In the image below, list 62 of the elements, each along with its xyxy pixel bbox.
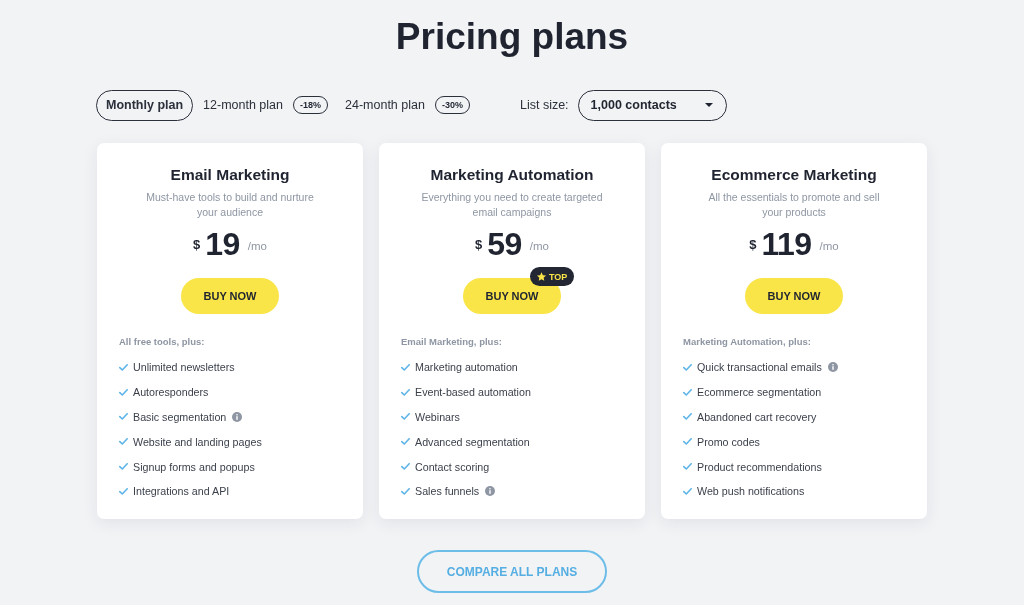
feature-text: Web push notifications: [697, 485, 805, 498]
feature-text: Contact scoring: [415, 460, 490, 473]
check-icon: [119, 438, 128, 446]
feature-text: Marketing automation: [415, 361, 518, 374]
buy-now-button[interactable]: BUY NOW: [181, 278, 279, 314]
check-icon: [119, 388, 128, 396]
check-icon: [683, 438, 692, 446]
check-icon: [119, 487, 128, 495]
price-period: /mo: [529, 239, 549, 252]
price-period: /mo: [819, 239, 839, 252]
check-icon: [401, 463, 410, 471]
feature-text: Integrations and API: [133, 485, 230, 498]
check-icon: [683, 388, 692, 396]
features-heading: Marketing Automation, plus:: [683, 335, 811, 349]
currency-symbol: $: [749, 236, 757, 252]
star-icon: [537, 272, 546, 281]
plan-name: Email Marketing: [170, 165, 290, 185]
plan-price: 59: [487, 225, 522, 264]
feature-text: Autoresponders: [133, 386, 209, 399]
feature-text: Event-based automation: [415, 386, 531, 399]
feature-text: Ecommerce segmentation: [697, 386, 822, 399]
buy-now-button[interactable]: BUY NOW: [745, 278, 843, 314]
plan-description: Must-have tools to build and nurture your audience: [145, 190, 315, 220]
check-icon: [119, 463, 128, 471]
check-icon: [401, 487, 410, 495]
check-icon: [683, 487, 692, 495]
plan-name: Marketing Automation: [430, 165, 594, 185]
check-icon: [683, 363, 692, 371]
check-icon: [401, 413, 410, 421]
plan-name: Ecommerce Marketing: [711, 165, 877, 185]
check-icon: [401, 438, 410, 446]
billing-tab[interactable]: 24-month plan: [335, 89, 435, 121]
feature-text: Signup forms and popups: [133, 460, 255, 473]
currency-symbol: $: [193, 236, 201, 252]
feature-text: Webinars: [415, 411, 460, 423]
list-size-label: List size:: [519, 98, 569, 112]
plan-description: All the essentials to promote and sell your products: [707, 190, 881, 220]
feature-text: Unlimited newsletters: [133, 361, 235, 374]
check-icon: [119, 363, 128, 371]
check-icon: [401, 388, 410, 396]
feature-text: Product recommendations: [697, 460, 822, 473]
feature-text: Abandoned cart recovery: [697, 411, 817, 423]
plan-price: 119: [761, 225, 812, 264]
plan-price: 19: [205, 225, 240, 264]
feature-text: Quick transactional emails: [697, 361, 822, 374]
caret-icon: [704, 103, 713, 107]
check-icon: [401, 363, 410, 371]
check-icon: [683, 413, 692, 421]
check-icon: [683, 463, 692, 471]
check-icon: [119, 413, 128, 421]
feature-text: Advanced segmentation: [415, 435, 530, 448]
feature-text: Website and landing pages: [133, 435, 262, 448]
plan-description: Everything you need to create targeted email campaigns: [420, 190, 604, 220]
price-period: /mo: [247, 239, 267, 252]
feature-text: Sales funnels: [415, 485, 480, 498]
feature-text: Promo codes: [697, 435, 760, 448]
billing-tab[interactable]: 12-month plan: [193, 89, 293, 121]
features-heading: Email Marketing, plus:: [401, 335, 502, 349]
page-title: Pricing plans: [395, 15, 629, 59]
currency-symbol: $: [475, 236, 483, 252]
features-heading: All free tools, plus:: [119, 335, 205, 349]
feature-text: Basic segmentation: [133, 411, 227, 423]
